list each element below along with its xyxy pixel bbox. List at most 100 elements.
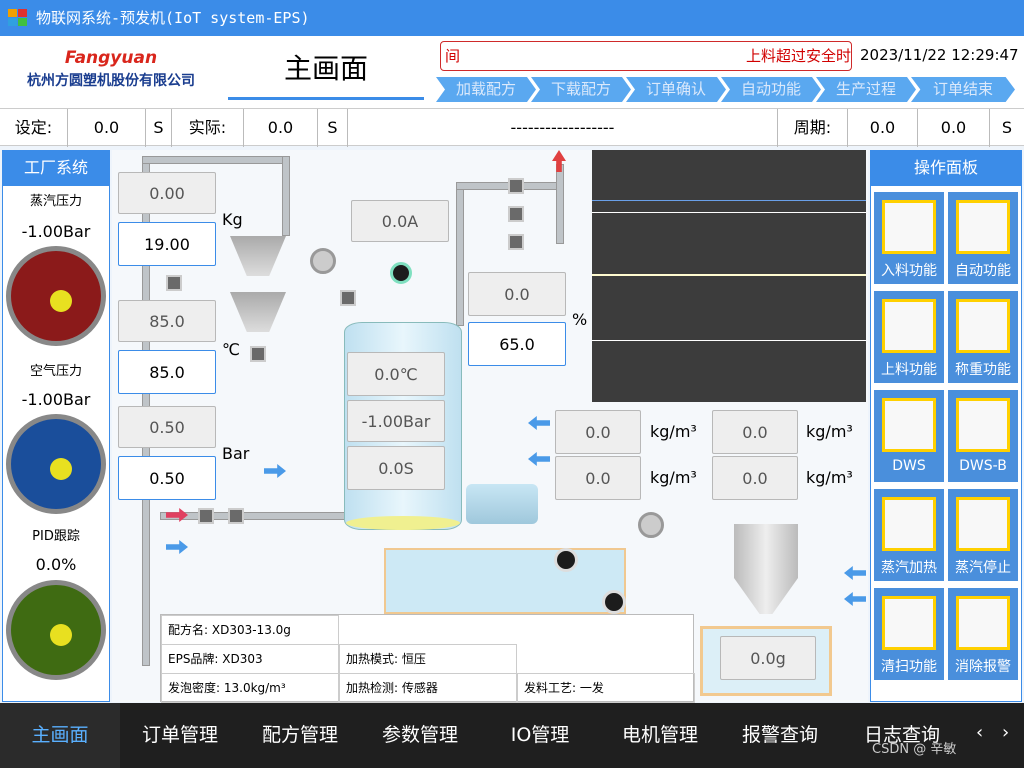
reset-icon xyxy=(956,596,1010,650)
op-button-label: 自动功能 xyxy=(955,263,1011,279)
op-button-7[interactable]: 蒸汽加热 xyxy=(874,489,944,581)
density-3: 0.0 xyxy=(555,456,641,500)
step-order-end[interactable]: 订单结束 xyxy=(911,77,1015,102)
valve[interactable] xyxy=(508,178,524,194)
dws-b-icon xyxy=(956,398,1010,452)
nav-logs[interactable]: 日志查询 xyxy=(840,703,964,768)
density-2: 0.0 xyxy=(712,410,798,454)
window-title: 物联网系统-预发机(IoT system-EPS) xyxy=(36,9,310,27)
op-button-5[interactable]: DWS xyxy=(874,390,944,482)
nav-io[interactable]: IO管理 xyxy=(480,703,600,768)
issue-process: 发料工艺: 一发 xyxy=(517,673,695,703)
loader-icon xyxy=(882,299,936,353)
air-label: 空气压力 xyxy=(29,364,82,379)
step-load-recipe[interactable]: 加载配方 xyxy=(436,77,536,102)
op-button-6[interactable]: DWS-B xyxy=(948,390,1018,482)
watermark: CSDN @ 辛敏 xyxy=(872,742,957,757)
op-button-1[interactable]: 入料功能 xyxy=(874,192,944,284)
blower-icon[interactable] xyxy=(638,512,664,538)
nav-orders[interactable]: 订单管理 xyxy=(120,703,240,768)
brand-logo: Fangyuan xyxy=(64,48,158,68)
actual-label: 实际: xyxy=(172,109,244,147)
stop-icon xyxy=(956,497,1010,551)
density-1: 0.0 xyxy=(555,410,641,454)
eps-brand: EPS品牌: XD303 xyxy=(161,644,339,674)
fan-icon[interactable] xyxy=(554,548,578,572)
nav-prev-icon[interactable]: ‹ xyxy=(976,722,983,743)
op-button-label: DWS xyxy=(892,458,926,474)
dws-icon xyxy=(882,398,936,452)
valve[interactable] xyxy=(166,275,182,291)
cycle-label: 周期: xyxy=(778,109,848,147)
alarm-text-right: 上料超过安全时 xyxy=(745,47,851,65)
op-button-label: 入料功能 xyxy=(881,263,937,279)
recipe-name: 配方名: XD303-13.0g xyxy=(161,615,339,645)
tank-pressure: -1.00Bar xyxy=(347,400,445,442)
density-unit-4: kg/m³ xyxy=(806,468,853,487)
actual-unit: S xyxy=(318,109,348,147)
op-button-label: 蒸汽停止 xyxy=(955,560,1011,576)
pipe-drop xyxy=(282,156,290,236)
op-button-2[interactable]: 自动功能 xyxy=(948,192,1018,284)
step-download-recipe[interactable]: 下载配方 xyxy=(531,77,631,102)
pressure-set[interactable]: 0.50 xyxy=(118,456,216,500)
nav-next-icon[interactable]: › xyxy=(1002,722,1009,743)
valve[interactable] xyxy=(250,346,266,362)
steam-value: -1.00Bar xyxy=(21,222,91,241)
nav-params[interactable]: 参数管理 xyxy=(360,703,480,768)
nav-motors[interactable]: 电机管理 xyxy=(600,703,720,768)
density-unit-2: kg/m³ xyxy=(806,422,853,441)
datetime: 2023/11/22 12:29:47 xyxy=(860,46,1019,64)
temp-unit: ℃ xyxy=(222,340,240,359)
alarm-marquee[interactable]: 间 上料超过安全时 xyxy=(440,41,852,71)
pid-value: 0.0% xyxy=(35,555,77,574)
nav-recipes[interactable]: 配方管理 xyxy=(240,703,360,768)
fan-icon[interactable] xyxy=(390,262,412,284)
level-actual: 0.0 xyxy=(468,272,566,316)
pid-label: PID跟踪 xyxy=(32,529,80,544)
step-auto-function[interactable]: 自动功能 xyxy=(721,77,821,102)
density-unit-1: kg/m³ xyxy=(650,422,697,441)
brand: Fangyuan 杭州方圆塑机股份有限公司 xyxy=(0,36,222,108)
op-button-10[interactable]: 消除报警 xyxy=(948,588,1018,680)
weight-set[interactable]: 19.00 xyxy=(118,222,216,266)
op-button-3[interactable]: 上料功能 xyxy=(874,291,944,383)
fan-icon[interactable] xyxy=(602,590,626,614)
steam-icon xyxy=(882,497,936,551)
op-button-label: 蒸汽加热 xyxy=(881,560,937,576)
step-confirm-order[interactable]: 订单确认 xyxy=(626,77,726,102)
op-button-label: DWS-B xyxy=(959,458,1007,474)
op-button-label: 消除报警 xyxy=(955,659,1011,675)
op-button-8[interactable]: 蒸汽停止 xyxy=(948,489,1018,581)
blower-icon[interactable] xyxy=(310,248,336,274)
op-button-9[interactable]: 清扫功能 xyxy=(874,588,944,680)
fan-icon xyxy=(956,200,1010,254)
window-titlebar: 物联网系统-预发机(IoT system-EPS) xyxy=(0,0,1024,36)
op-button-4[interactable]: 称重功能 xyxy=(948,291,1018,383)
actual-value: 0.0 xyxy=(244,109,318,147)
pipe-top xyxy=(142,156,290,164)
step-production[interactable]: 生产过程 xyxy=(816,77,916,102)
valve[interactable] xyxy=(198,508,214,524)
weight-unit: Kg xyxy=(222,210,243,229)
ops-title: 操作面板 xyxy=(870,150,1022,186)
temp-set[interactable]: 85.0 xyxy=(118,350,216,394)
nav-main[interactable]: 主画面 xyxy=(0,703,120,768)
scale-icon xyxy=(956,299,1010,353)
pressure-actual: 0.50 xyxy=(118,406,216,448)
air-gauge xyxy=(6,414,106,514)
valve[interactable] xyxy=(228,508,244,524)
status-dashes: ------------------ xyxy=(348,109,778,147)
drying-bed xyxy=(466,484,538,524)
feed-icon xyxy=(882,200,936,254)
density-unit-3: kg/m³ xyxy=(650,468,697,487)
steam-label: 蒸汽压力 xyxy=(29,194,82,209)
level-set[interactable]: 65.0 xyxy=(468,322,566,366)
nav-alarms[interactable]: 报警查询 xyxy=(720,703,840,768)
pipe-outlet-right xyxy=(556,164,564,244)
bin-weight: 0.0g xyxy=(720,636,816,680)
valve[interactable] xyxy=(340,290,356,306)
valve[interactable] xyxy=(508,206,524,222)
valve[interactable] xyxy=(508,234,524,250)
status-bar: 设定: 0.0 S 实际: 0.0 S ------------------ 周… xyxy=(0,108,1024,147)
